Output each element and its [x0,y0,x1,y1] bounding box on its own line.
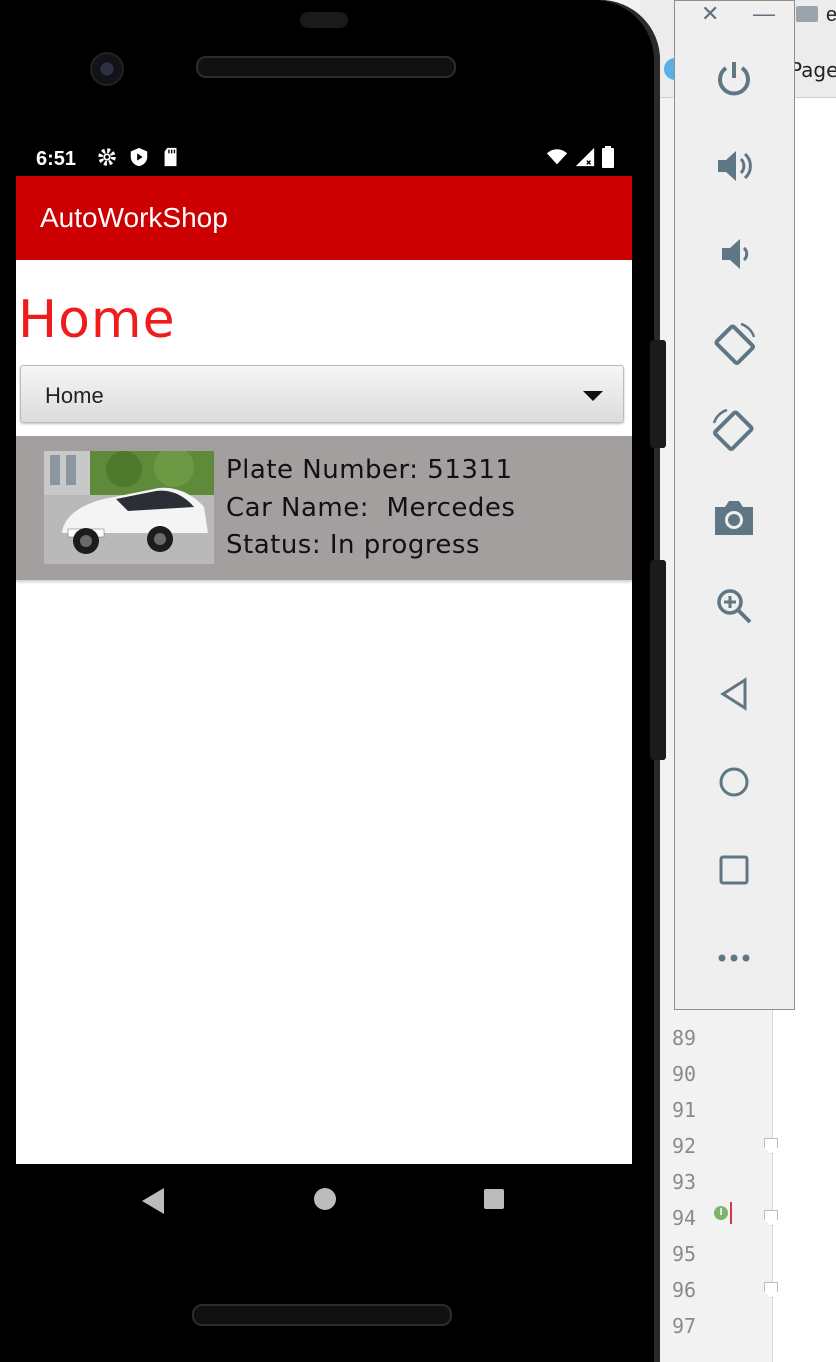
ide-tab-label[interactable]: Page [790,58,836,82]
navigation-spinner[interactable]: Home [20,365,624,423]
signal-icon [575,147,595,167]
power-button[interactable] [711,55,757,101]
emulator-back-button[interactable] [711,671,757,717]
rotate-right-button[interactable] [711,407,757,453]
car-photo-icon [44,451,214,564]
overview-icon[interactable] [484,1189,504,1209]
plate-number-text: Plate Number: 51311 [226,455,513,485]
power-icon [718,62,750,96]
spinner-selected-value: Home [45,383,104,408]
phone-side-button [650,560,666,760]
front-camera [90,52,124,86]
line-number: 92 [672,1134,697,1158]
wifi-icon [546,149,568,165]
implementation-marker-icon[interactable]: I [714,1206,728,1220]
home-icon [719,767,749,797]
status-bar: 6:51 [16,140,632,176]
line-number: 97 [672,1314,697,1338]
volume-down-button[interactable] [711,231,757,277]
emulator-control-panel: ✕ — [674,0,795,1010]
bottom-speaker [192,1304,452,1326]
phone-notch [300,12,348,28]
rotate-left-icon [714,322,756,365]
back-icon[interactable] [142,1188,164,1214]
camera-icon [715,501,753,535]
ide-tab-prefix[interactable]: e [826,4,836,27]
app-screen: AutoWorkShop Home Home Plate Number: 513… [16,176,632,1164]
system-nav-bar [16,1164,632,1236]
minimize-icon[interactable]: — [753,1,775,27]
emulator-overview-button[interactable] [711,847,757,893]
more-button[interactable] [711,935,757,981]
earpiece-speaker [196,56,456,78]
back-icon [720,677,747,711]
sd-card-icon [164,147,177,167]
zoom-button[interactable] [711,583,757,629]
folder-icon [796,6,818,22]
phone-side-button [650,340,666,448]
zoom-icon [717,589,752,624]
car-image [44,451,214,564]
status-time: 6:51 [36,148,77,170]
list-item[interactable]: Plate Number: 51311 Car Name: Mercedes S… [16,436,632,580]
line-numbers: 89 90 91 92 93 94 95 96 97 [672,1020,696,1344]
more-icon [718,954,750,962]
line-number: 95 [672,1242,697,1266]
app-title: AutoWorkShop [40,202,228,233]
screenshot-button[interactable] [711,495,757,541]
line-number: 94 [672,1206,697,1230]
close-icon[interactable]: ✕ [701,1,719,27]
home-icon[interactable] [314,1188,336,1210]
overview-icon [719,855,749,885]
rotate-right-icon [712,408,754,451]
rotate-left-button[interactable] [711,321,757,367]
phone-frame: 6:51 AutoWorkShop Home Home Plate Number… [0,0,660,1362]
settings-icon [98,148,116,166]
emulator-home-button[interactable] [711,759,757,805]
chevron-down-icon [583,391,603,401]
override-arrow-icon [730,1202,732,1224]
line-number: 90 [672,1062,697,1086]
line-number: 91 [672,1098,697,1122]
page-heading: Home [18,290,176,350]
car-name-text: Car Name: Mercedes [226,492,516,523]
status-text: Status: In progress [226,530,481,560]
line-number: 96 [672,1278,697,1302]
line-number: 89 [672,1026,697,1050]
battery-icon [602,146,614,168]
volume-up-icon [718,151,752,181]
shield-icon [130,147,148,167]
line-number: 93 [672,1170,697,1194]
car-details: Plate Number: 51311 Car Name: Mercedes S… [226,452,515,565]
volume-up-button[interactable] [711,143,757,189]
volume-down-icon [722,239,749,269]
app-bar: AutoWorkShop [16,176,632,260]
